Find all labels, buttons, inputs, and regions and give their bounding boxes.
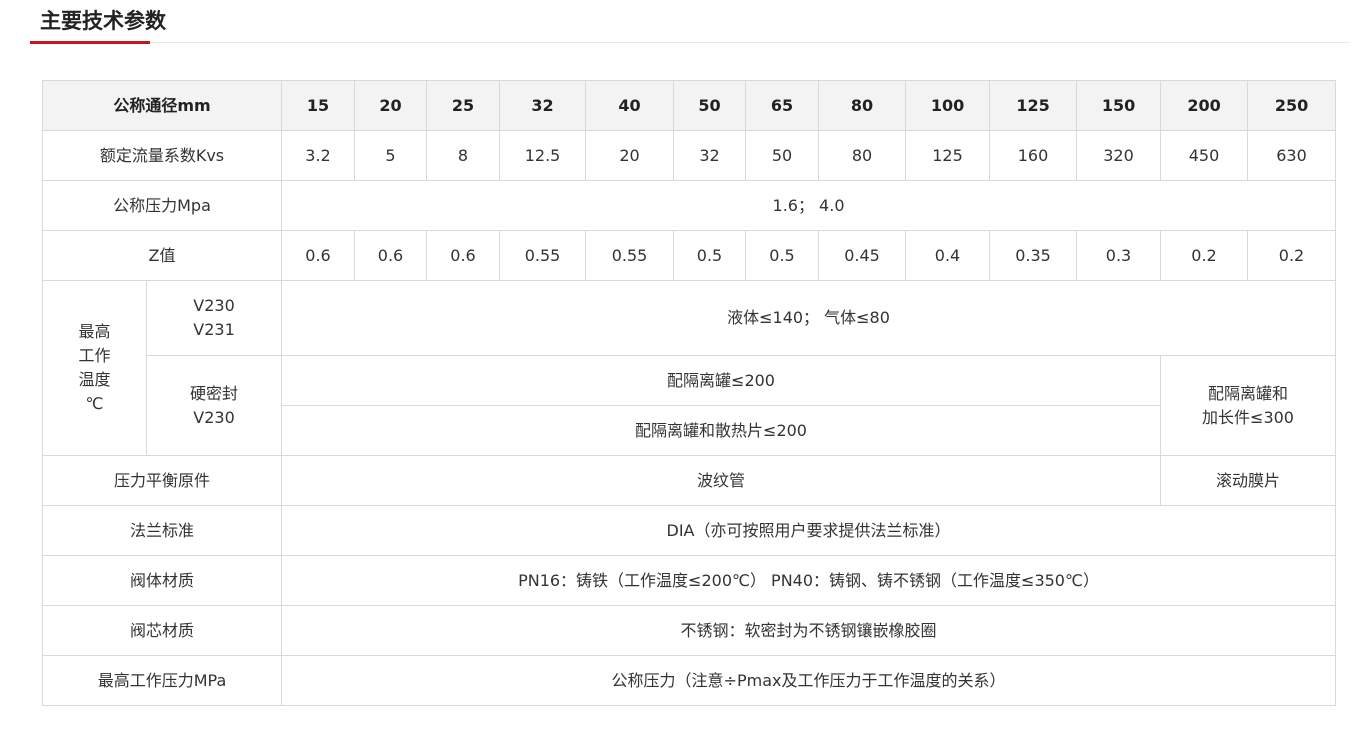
temp-label: 最高 工作 温度 ℃: [42, 280, 147, 456]
table-row-kvs: 额定流量系数Kvs 3.2 5 8 12.5 20 32 50 80 125 1…: [41, 130, 1337, 181]
row-label: 阀芯材质: [41, 605, 283, 656]
row-label: 额定流量系数Kvs: [41, 130, 283, 181]
z-cell: 0.2: [1247, 230, 1337, 281]
kvs-cell: 80: [818, 130, 907, 181]
header-size: 200: [1160, 80, 1249, 131]
z-cell: 0.55: [499, 230, 587, 281]
z-cell: 0.55: [585, 230, 675, 281]
kvs-cell: 450: [1160, 130, 1249, 181]
soft-seal-value: 液体≤140； 气体≤80: [281, 280, 1337, 356]
row-label: 法兰标准: [41, 505, 283, 556]
section-title: 主要技术参数: [40, 9, 166, 33]
header-size: 40: [585, 80, 675, 131]
kvs-cell: 20: [585, 130, 675, 181]
header-size: 150: [1076, 80, 1162, 131]
table-row-z: Z值 0.6 0.6 0.6 0.55 0.55 0.5 0.5 0.45 0.…: [41, 230, 1337, 281]
title-divider: [30, 42, 1350, 43]
header-size: 250: [1247, 80, 1337, 131]
table-row-core-material: 阀芯材质 不锈钢：软密封为不锈钢镶嵌橡胶圈: [41, 605, 1337, 656]
table-row-balance: 压力平衡原件 波纹管 滚动膜片: [41, 455, 1337, 506]
header-size: 15: [281, 80, 356, 131]
model-line: 硬密封: [190, 383, 239, 403]
header-size: 50: [673, 80, 747, 131]
z-cell: 0.35: [989, 230, 1078, 281]
temp-label-line: ℃: [85, 394, 104, 413]
z-cell: 0.6: [426, 230, 501, 281]
kvs-cell: 160: [989, 130, 1078, 181]
z-cell: 0.5: [745, 230, 820, 281]
z-cell: 0.6: [354, 230, 428, 281]
header-size: 25: [426, 80, 501, 131]
kvs-cell: 320: [1076, 130, 1162, 181]
table-row-body-material: 阀体材质 PN16：铸铁（工作温度≤200℃） PN40：铸钢、铸不锈钢（工作温…: [41, 555, 1337, 606]
row-label: 压力平衡原件: [41, 455, 283, 506]
table-row-header: 公称通径mm 15 20 25 32 40 50 65 80 100 125 1…: [41, 80, 1337, 131]
balance-value-side: 滚动膜片: [1160, 455, 1337, 506]
body-material-value: PN16：铸铁（工作温度≤200℃） PN40：铸钢、铸不锈钢（工作温度≤350…: [281, 555, 1337, 606]
model-line: V230: [193, 296, 235, 315]
temp-label-line: 最高: [78, 322, 111, 341]
temp-label-line: 工作: [78, 346, 111, 365]
z-cell: 0.4: [905, 230, 991, 281]
hard-seal-side-value: 配隔离罐和 加长件≤300: [1160, 355, 1337, 456]
table-row-temp-soft: 最高 工作 温度 ℃ V230 V231 液体≤140； 气体≤80: [42, 280, 1337, 456]
row-label: 公称压力Mpa: [41, 180, 283, 231]
kvs-cell: 5: [354, 130, 428, 181]
table-row-pressure: 公称压力Mpa 1.6； 4.0: [41, 180, 1337, 231]
max-pressure-value: 公称压力（注意÷Pmax及工作压力于工作温度的关系）: [281, 655, 1337, 706]
hard-seal-value-2: 配隔离罐和散热片≤200: [281, 405, 1162, 456]
side-line: 配隔离罐和: [1208, 383, 1289, 403]
table-row-temp-hard-1: 硬密封 V230 配隔离罐≤200 配隔离罐和 加长件≤300: [43, 355, 1337, 456]
kvs-cell: 32: [673, 130, 747, 181]
soft-seal-models: V230 V231: [145, 280, 283, 356]
header-label: 公称通径mm: [41, 80, 283, 131]
core-material-value: 不锈钢：软密封为不锈钢镶嵌橡胶圈: [281, 605, 1337, 656]
balance-value-main: 波纹管: [281, 455, 1162, 506]
hard-seal-value-1: 配隔离罐≤200: [281, 355, 1162, 406]
pressure-value: 1.6； 4.0: [281, 180, 1337, 231]
header-size: 20: [354, 80, 428, 131]
kvs-cell: 125: [905, 130, 991, 181]
z-cell: 0.45: [818, 230, 907, 281]
side-line: 加长件≤300: [1202, 407, 1294, 427]
kvs-cell: 8: [426, 130, 501, 181]
kvs-cell: 3.2: [281, 130, 356, 181]
table-row-flange: 法兰标准 DIA（亦可按照用户要求提供法兰标准）: [41, 505, 1337, 556]
model-line: V231: [193, 320, 235, 339]
header-size: 32: [499, 80, 587, 131]
z-cell: 0.5: [673, 230, 747, 281]
temp-label-line: 温度: [78, 370, 111, 389]
model-line: V230: [193, 407, 235, 427]
title-accent-bar: [30, 41, 150, 44]
z-cell: 0.6: [281, 230, 356, 281]
z-cell: 0.3: [1076, 230, 1162, 281]
table-row-max-pressure: 最高工作压力MPa 公称压力（注意÷Pmax及工作压力于工作温度的关系）: [41, 655, 1337, 706]
row-label: 最高工作压力MPa: [41, 655, 283, 706]
z-cell: 0.2: [1160, 230, 1249, 281]
header-size: 80: [818, 80, 907, 131]
flange-value: DIA（亦可按照用户要求提供法兰标准）: [281, 505, 1337, 556]
header-size: 65: [745, 80, 820, 131]
hard-seal-models: 硬密封 V230: [145, 355, 283, 456]
row-label: Z值: [41, 230, 283, 281]
kvs-cell: 630: [1247, 130, 1337, 181]
header-size: 125: [989, 80, 1078, 131]
header-size: 100: [905, 80, 991, 131]
kvs-cell: 50: [745, 130, 820, 181]
kvs-cell: 12.5: [499, 130, 587, 181]
row-label: 阀体材质: [41, 555, 283, 606]
spec-table: 公称通径mm 15 20 25 32 40 50 65 80 100 125 1…: [41, 80, 1337, 706]
